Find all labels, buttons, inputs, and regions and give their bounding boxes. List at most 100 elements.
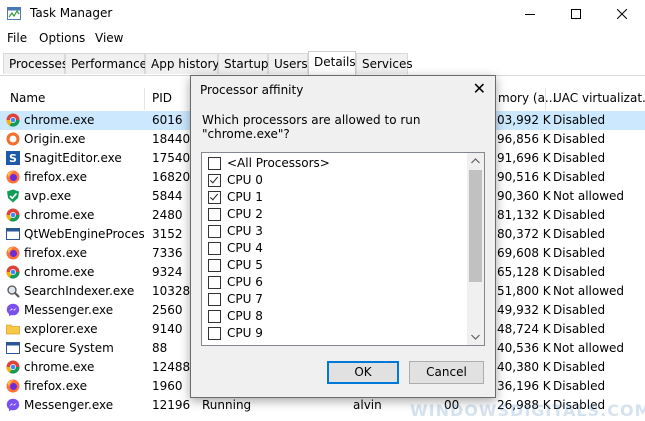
checkbox-unchecked[interactable] — [208, 225, 221, 238]
processor-list-scrollbar[interactable] — [467, 153, 484, 345]
task-manager-icon — [7, 7, 21, 20]
process-memory: 51,800 K — [497, 284, 551, 298]
column-divider[interactable] — [144, 88, 145, 110]
snagit-icon: S — [6, 151, 20, 165]
process-uac: Disabled — [553, 151, 606, 165]
process-memory: 40,536 K — [497, 341, 551, 355]
cpu-0-checkbox[interactable]: CPU 0 — [208, 172, 458, 189]
checkbox-label: CPU 3 — [227, 224, 263, 238]
process-pid: 12196 — [152, 398, 191, 412]
processor-list: <All Processors> CPU 0 CPU 1 CPU 2 CPU 3… — [201, 152, 485, 346]
menu-view[interactable]: View — [95, 31, 123, 45]
process-pid: 88 — [152, 341, 168, 355]
checkbox-unchecked[interactable] — [208, 259, 221, 272]
checkbox-checked[interactable] — [208, 191, 221, 204]
all-processors-checkbox[interactable]: <All Processors> — [208, 155, 458, 172]
process-name: firefox.exe — [24, 246, 88, 260]
checkbox-label: CPU 5 — [227, 258, 263, 272]
process-name: avp.exe — [24, 189, 72, 203]
process-uac: Disabled — [553, 132, 606, 146]
ok-button[interactable]: OK — [327, 361, 399, 384]
cpu-4-checkbox[interactable]: CPU 4 — [208, 240, 458, 257]
chrome-icon — [6, 360, 20, 374]
cancel-button[interactable]: Cancel — [409, 361, 484, 384]
checkbox-unchecked[interactable] — [208, 242, 221, 255]
maximize-button[interactable] — [553, 0, 599, 28]
dialog-close-icon[interactable]: ✕ — [473, 80, 486, 98]
origin-icon — [6, 132, 20, 146]
minimize-button[interactable] — [507, 0, 553, 28]
messenger-icon — [6, 303, 20, 317]
process-name: SearchIndexer.exe — [24, 284, 135, 298]
checkbox-unchecked[interactable] — [208, 293, 221, 306]
close-button[interactable] — [599, 0, 645, 28]
process-pid: 10328 — [152, 284, 191, 298]
column-divider[interactable] — [545, 88, 546, 110]
menu-options[interactable]: Options — [39, 31, 85, 45]
tab-app-history[interactable]: App history — [145, 53, 220, 74]
chrome-icon — [6, 208, 20, 222]
checkbox-label: CPU 4 — [227, 241, 263, 255]
checkbox-checked[interactable] — [208, 174, 221, 187]
tab-startup[interactable]: Startup — [218, 53, 269, 74]
process-memory: 90,360 K — [497, 189, 551, 203]
cpu-3-checkbox[interactable]: CPU 3 — [208, 223, 458, 240]
column-name[interactable]: Name — [10, 91, 45, 105]
process-pid: 12488 — [152, 360, 191, 374]
process-pid: 18440 — [152, 132, 191, 146]
cpu-9-checkbox[interactable]: CPU 9 — [208, 325, 458, 342]
cpu-5-checkbox[interactable]: CPU 5 — [208, 257, 458, 274]
column-uac-virtualization[interactable]: UAC virtualizat... — [553, 91, 645, 105]
firefox-icon — [6, 170, 20, 184]
scrollbar-thumb[interactable] — [469, 170, 482, 282]
process-memory: 69,608 K — [497, 246, 551, 260]
cpu-1-checkbox[interactable]: CPU 1 — [208, 189, 458, 206]
column-memory[interactable]: mory (a... — [498, 91, 556, 105]
process-uac: Disabled — [553, 322, 606, 336]
process-memory: 90,516 K — [497, 170, 551, 184]
tab-strip: Processes Performance App history Startu… — [0, 51, 645, 76]
process-memory: 96,856 K — [497, 132, 551, 146]
process-pid: 7336 — [152, 246, 183, 260]
tab-performance[interactable]: Performance — [65, 53, 147, 74]
tab-users[interactable]: Users — [268, 53, 308, 74]
column-pid[interactable]: PID — [152, 91, 172, 105]
process-name: Origin.exe — [24, 132, 86, 146]
checkbox-label: <All Processors> — [227, 156, 330, 170]
process-pid: 9324 — [152, 265, 183, 279]
checkbox-unchecked[interactable] — [208, 276, 221, 289]
process-pid: 1960 — [152, 379, 183, 393]
process-uac: Disabled — [553, 208, 606, 222]
messenger-icon — [6, 398, 20, 412]
process-uac: Disabled — [553, 379, 606, 393]
checkbox-unchecked[interactable] — [208, 157, 221, 170]
process-uac: Disabled — [553, 246, 606, 260]
svg-text:S: S — [9, 152, 17, 165]
cpu-6-checkbox[interactable]: CPU 6 — [208, 274, 458, 291]
process-uac: Disabled — [553, 360, 606, 374]
process-name: chrome.exe — [24, 113, 95, 127]
cpu-2-checkbox[interactable]: CPU 2 — [208, 206, 458, 223]
checkbox-label: CPU 6 — [227, 275, 263, 289]
scroll-down-arrow-icon[interactable] — [471, 334, 480, 340]
process-uac: Not allowed — [553, 189, 625, 203]
tab-processes[interactable]: Processes — [3, 53, 68, 74]
folder-icon — [6, 324, 20, 335]
tab-services[interactable]: Services — [356, 53, 413, 74]
scroll-up-arrow-icon[interactable] — [471, 158, 480, 164]
process-memory: 48,724 K — [497, 322, 551, 336]
checkbox-label: CPU 2 — [227, 207, 263, 221]
cpu-7-checkbox[interactable]: CPU 7 — [208, 291, 458, 308]
process-name: chrome.exe — [24, 265, 95, 279]
cpu-8-checkbox[interactable]: CPU 8 — [208, 308, 458, 325]
checkbox-unchecked[interactable] — [208, 208, 221, 221]
process-name: firefox.exe — [24, 379, 88, 393]
tab-details[interactable]: Details — [308, 51, 356, 75]
kaspersky-shield-icon — [7, 189, 19, 203]
menu-file[interactable]: File — [7, 31, 27, 45]
checkbox-unchecked[interactable] — [208, 310, 221, 323]
chrome-icon — [6, 113, 20, 127]
checkbox-unchecked[interactable] — [208, 327, 221, 340]
dialog-title: Processor affinity — [200, 83, 304, 97]
process-name: SnagitEditor.exe — [24, 151, 122, 165]
